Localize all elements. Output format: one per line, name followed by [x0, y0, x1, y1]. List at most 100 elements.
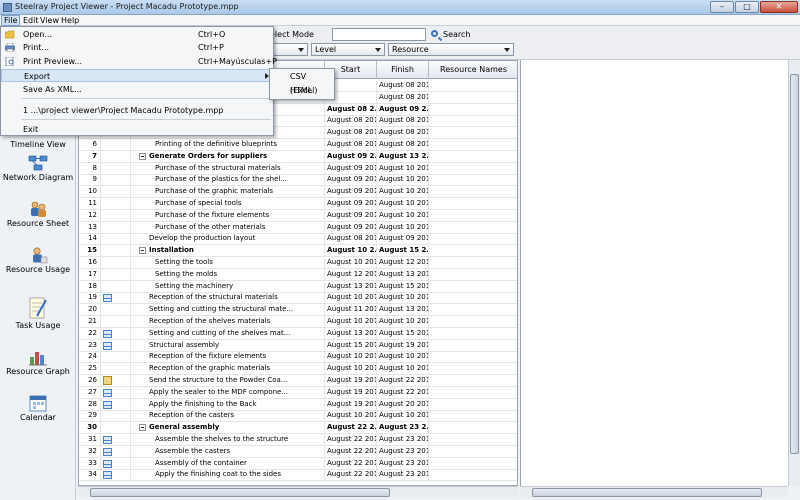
task-name-text: Apply the finishing coat to the sides	[155, 470, 281, 479]
sidebar-item-resource-usage[interactable]: Resource Usage	[0, 246, 76, 275]
table-row[interactable]: 11 Purchase of special tools August 09 201…	[79, 198, 517, 210]
table-row[interactable]: 28 Apply the finishing to the Back August …	[79, 398, 517, 411]
sidebar-item-calendar[interactable]: Calendar	[0, 394, 76, 423]
table-row[interactable]: 24 Reception of the fixture elements Augus…	[79, 351, 517, 364]
menu-help[interactable]: Help	[59, 15, 81, 26]
menu-print[interactable]: Print... Ctrl+P	[1, 41, 273, 54]
sidebar-item-resource-sheet[interactable]: Resource Sheet	[0, 200, 76, 229]
table-row[interactable]: 9 Purchase of the plastics for the shel..…	[79, 174, 517, 187]
table-row[interactable]: 20 Setting and cutting the structural mat…	[79, 304, 517, 317]
table-row[interactable]: 21 Reception of the shelves materials Augu…	[79, 316, 517, 328]
table-row[interactable]: 32 Assemble the casters August 22 201...Au…	[79, 445, 517, 458]
gantt-pane[interactable]	[520, 60, 788, 486]
gantt-scroll-thumb[interactable]	[532, 488, 762, 497]
vertical-scroll-thumb[interactable]	[790, 74, 799, 454]
sidebar-item-resource-graph[interactable]: Resource Graph	[0, 348, 76, 377]
sidebar-item-task-usage[interactable]: Task Usage	[0, 296, 76, 331]
row-resources	[429, 139, 517, 151]
table-row[interactable]: 27 Apply the sealer to the MDF compone...…	[79, 386, 517, 399]
menu-open[interactable]: Open... Ctrl+O	[1, 28, 273, 41]
table-row[interactable]: 25 Reception of the graphic materials Augu…	[79, 363, 517, 376]
task-name-text: Structural assembly	[149, 340, 220, 349]
sidebar-item-network-diagram[interactable]: Network Diagram	[0, 154, 76, 183]
vertical-scrollbar[interactable]	[788, 60, 800, 486]
row-task-name: Purchase of the fixture elements	[131, 209, 325, 222]
task-name-text: Assembly of the container	[155, 458, 247, 467]
row-resources	[429, 363, 517, 375]
export-csv[interactable]: CSV (Excel)	[270, 70, 334, 95]
row-id: 26	[79, 375, 101, 387]
table-row[interactable]: 14 Develop the production layout August 08…	[79, 233, 517, 246]
search-input[interactable]	[332, 28, 426, 41]
search-button[interactable]: Search	[430, 28, 470, 41]
row-start: August 22 2...	[325, 422, 377, 435]
row-start: August 11 201...	[325, 304, 377, 317]
sidebar-item-timeline-view[interactable]: Timeline View	[0, 140, 76, 150]
table-row[interactable]: 22 Setting and cutting of the shelves mat…	[79, 327, 517, 340]
row-finish: August 10 201...	[377, 410, 429, 423]
table-row[interactable]: 15 Installation August 10 2... August 15 2.…	[79, 245, 517, 258]
header-resource-names[interactable]: Resource Names	[429, 61, 517, 79]
level-combo[interactable]: Level	[311, 43, 385, 56]
row-indicators	[101, 186, 131, 199]
grid-horizontal-scrollbar[interactable]	[78, 486, 518, 498]
menu-file[interactable]: File	[1, 15, 21, 26]
row-id: 34	[79, 469, 101, 482]
grid-scroll-thumb[interactable]	[90, 488, 390, 497]
collapse-toggle-icon[interactable]	[139, 247, 146, 255]
table-row[interactable]: 29 Reception of the casters August 10 201.…	[79, 410, 517, 423]
table-row[interactable]: 8 Purchase of the structural materials Aug…	[79, 162, 517, 175]
row-resources	[429, 458, 517, 470]
row-resources	[429, 351, 517, 363]
table-row[interactable]: 34 Apply the finishing coat to the sides A…	[79, 469, 517, 482]
row-finish: August 13 201...	[377, 268, 429, 281]
row-finish: August 10 201...	[377, 174, 429, 187]
table-row[interactable]: 13 Purchase of the other materials August …	[79, 221, 517, 234]
row-resources	[429, 316, 517, 328]
close-button[interactable]: ✕	[760, 1, 798, 13]
table-row[interactable]: 23 Structural assembly August 15 201...Aug…	[79, 339, 517, 352]
header-finish[interactable]: Finish	[377, 61, 429, 79]
resource-combo[interactable]: Resource	[388, 43, 514, 56]
gantt-horizontal-scrollbar[interactable]	[520, 486, 788, 498]
menu-exit[interactable]: Exit	[1, 123, 273, 136]
table-row[interactable]: 16 Setting the tools August 10 201...Augus…	[79, 257, 517, 269]
menu-view[interactable]: View	[38, 15, 61, 26]
export-html[interactable]: HTML	[270, 84, 334, 98]
table-row[interactable]: 31 Assemble the shelves to the structure A…	[79, 434, 517, 446]
row-id: 16	[79, 257, 101, 269]
menu-print-preview[interactable]: Print Preview... Ctrl+Mayúsculas+P	[1, 55, 277, 68]
maximize-button[interactable]: □	[735, 1, 759, 13]
table-row[interactable]: 17 Setting the molds August 12 201...Augus…	[79, 268, 517, 281]
table-row[interactable]: 33 Assembly of the container August 22 201…	[79, 457, 517, 470]
table-row[interactable]: 10 Purchase of the graphic materials Augus…	[79, 186, 517, 199]
row-indicators	[101, 174, 131, 187]
row-task-name: Reception of the shelves materials	[131, 316, 325, 328]
preview-icon	[5, 57, 14, 66]
task-usage-indicator-icon	[103, 436, 112, 444]
menu-save-as-xml[interactable]: Save As XML...	[1, 83, 273, 96]
row-finish: August 08 201...	[377, 80, 429, 92]
table-row[interactable]: 30 General assembly August 22 2... August 2…	[79, 422, 517, 435]
table-row[interactable]: 26 Send the structure to the Powder Coa..…	[79, 375, 517, 387]
table-row[interactable]: 19 Reception of the structural materials A…	[79, 292, 517, 305]
row-resources	[429, 269, 517, 281]
table-row[interactable]: 12 Purchase of the fixture elements August…	[79, 209, 517, 222]
collapse-toggle-icon[interactable]	[139, 152, 146, 160]
minimize-button[interactable]: –	[710, 1, 734, 13]
printer-icon	[5, 43, 15, 52]
table-row[interactable]: 18 Setting the machinery August 13 201...A…	[79, 280, 517, 293]
row-start: August 13 201...	[325, 280, 377, 293]
export-submenu: CSV (Excel) HTML	[269, 68, 335, 100]
menu-export[interactable]: Export	[1, 69, 273, 82]
row-task-name: Apply the finishing coat to the sides	[131, 469, 325, 482]
row-start: August 08 201...	[325, 127, 377, 140]
collapse-toggle-icon[interactable]	[139, 424, 146, 432]
row-finish: August 15 2...	[377, 245, 429, 258]
table-row[interactable]: 7 Generate Orders for suppliers August 09 …	[79, 150, 517, 163]
row-resources	[429, 104, 517, 116]
row-task-name: Reception of the fixture elements	[131, 351, 325, 364]
task-name-text: Reception of the graphic materials	[149, 364, 271, 373]
menu-recent-file[interactable]: 1 ...\project viewer\Project Macadu Prot…	[1, 104, 273, 117]
table-row[interactable]: 6 Printing of the definitive blueprints Au…	[79, 139, 517, 151]
